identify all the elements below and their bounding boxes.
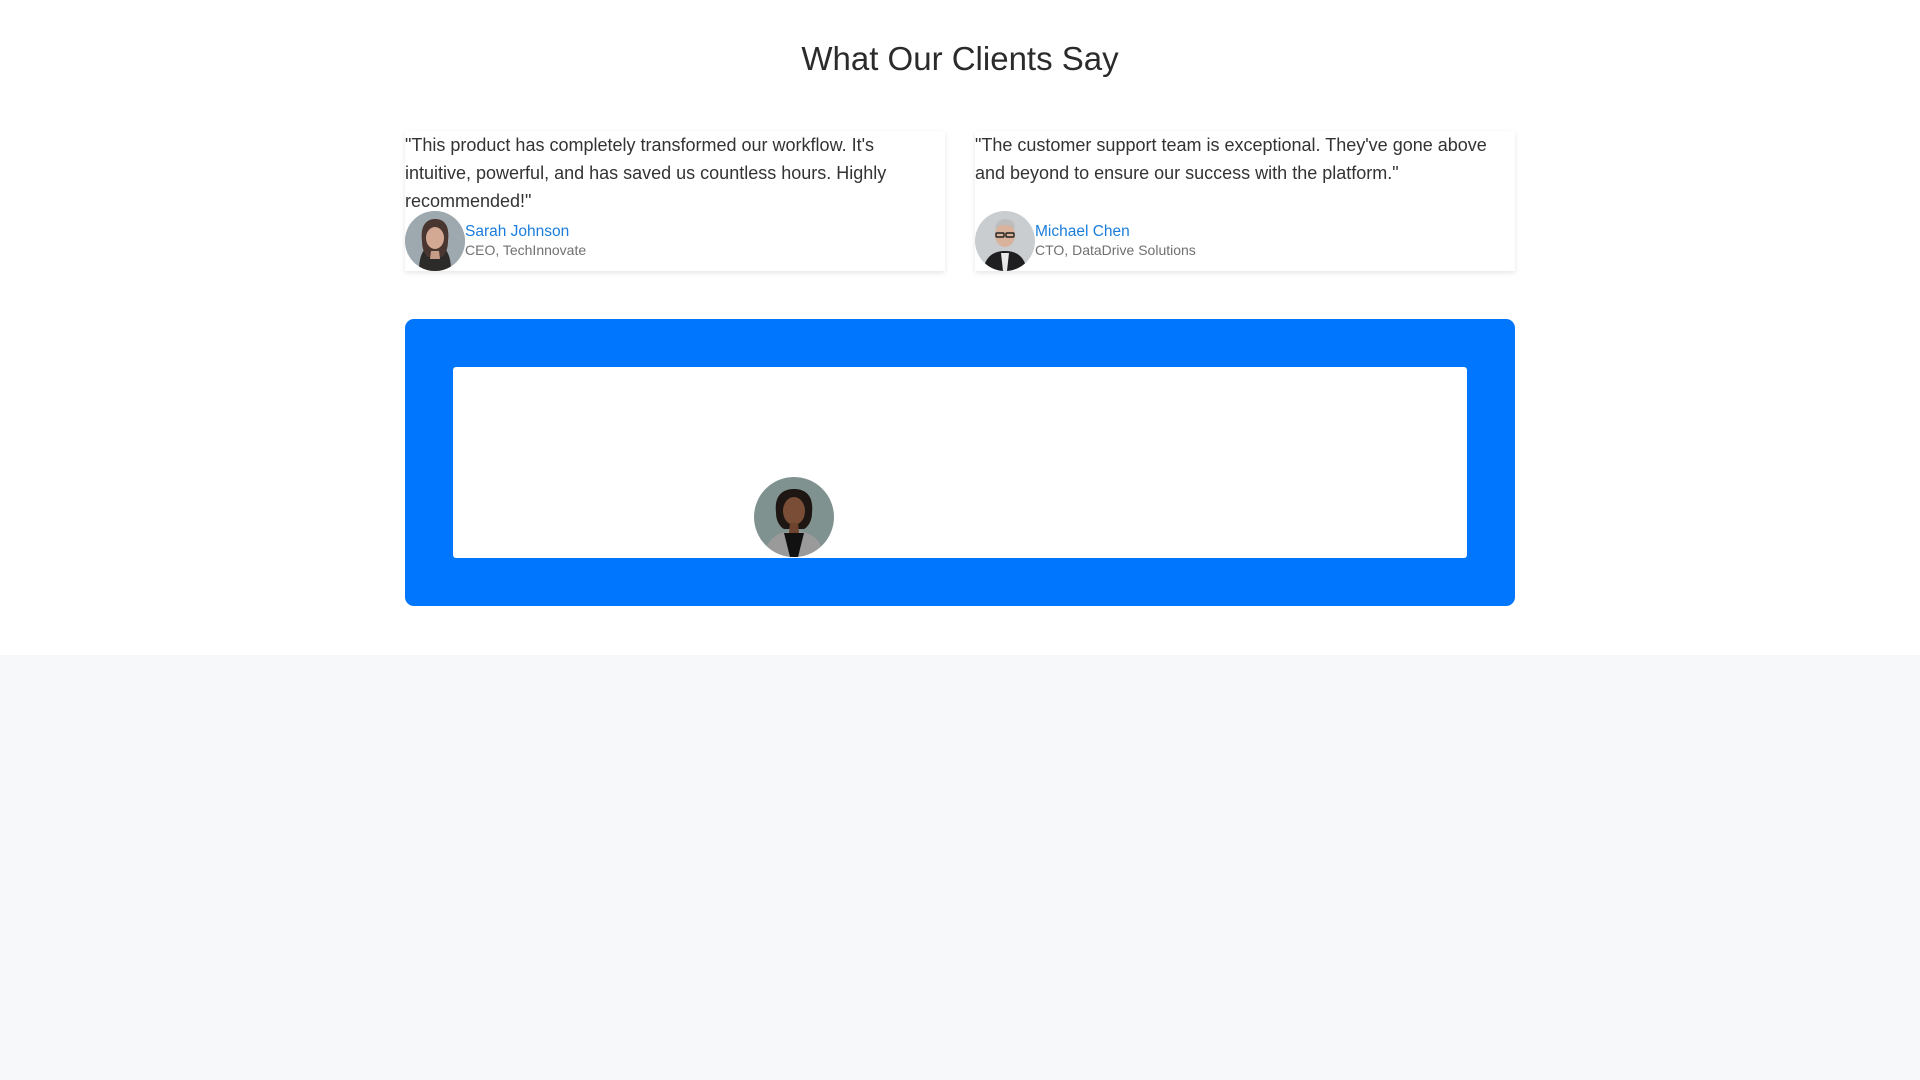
testimonial-card: "This product has completely transformed… bbox=[405, 131, 945, 271]
woman-portrait-icon bbox=[754, 477, 834, 557]
testimonial-quote: "The customer support team is exceptiona… bbox=[975, 135, 1487, 183]
testimonial-card: "The customer support team is exceptiona… bbox=[975, 131, 1515, 271]
woman-portrait-icon bbox=[405, 211, 465, 271]
author-role: CEO, TechInnovate bbox=[465, 242, 587, 258]
testimonial-author: Sarah Johnson CEO, TechInnovate bbox=[405, 211, 586, 271]
featured-testimonial-card bbox=[453, 367, 1467, 558]
avatar bbox=[975, 211, 1035, 271]
author-name[interactable]: Michael Chen bbox=[1035, 223, 1196, 241]
man-portrait-icon bbox=[975, 211, 1035, 271]
featured-testimonial-banner bbox=[405, 319, 1515, 606]
testimonials-section: What Our Clients Say "This product has c… bbox=[0, 0, 1920, 655]
author-role: CTO, DataDrive Solutions bbox=[1035, 242, 1196, 258]
author-meta: Sarah Johnson CEO, TechInnovate bbox=[465, 223, 586, 259]
testimonial-quote: "This product has completely transformed… bbox=[405, 135, 887, 211]
featured-avatar bbox=[754, 477, 834, 557]
testimonial-author: Michael Chen CTO, DataDrive Solutions bbox=[975, 211, 1196, 271]
avatar bbox=[405, 211, 465, 271]
author-name[interactable]: Sarah Johnson bbox=[465, 223, 586, 241]
author-meta: Michael Chen CTO, DataDrive Solutions bbox=[1035, 223, 1196, 259]
page-title: What Our Clients Say bbox=[801, 40, 1119, 77]
